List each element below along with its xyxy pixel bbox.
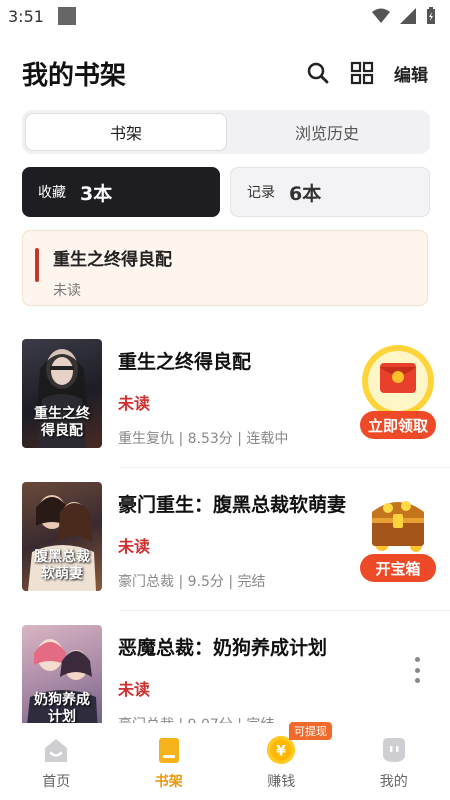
page-title: 我的书架 [22,60,127,91]
svg-text:¥: ¥ [276,743,286,759]
treasure-promo[interactable]: 开宝箱 [360,486,436,582]
book-status: 未读 [118,537,151,556]
book-title: 豪门重生：腹黑总裁软萌妻 [118,494,347,516]
edit-button[interactable]: 编辑 [394,61,428,86]
collect-count-card[interactable]: 收藏 3本 [22,167,220,217]
treasure-button: 开宝箱 [360,554,436,582]
record-count-card[interactable]: 记录 6本 [230,167,430,217]
cover-text: 重生之终得良配 [34,406,90,439]
tab-earn-label: 赚钱 [267,774,296,790]
book-cover: 奶狗养成计划 [22,625,102,723]
cover-text: 腹黑总裁软萌妻 [34,549,90,582]
list-item[interactable]: 重生之终得良配 重生之终得良配 未读 重生复仇 | 8.53分 | 连载中 立即… [0,325,450,468]
list-item[interactable]: 奶狗养成计划 恶魔总裁：奶狗养成计划 未读 豪门总裁 | 9.07分 | 完结 [0,611,450,723]
home-icon [45,739,68,762]
tab-bookshelf-label: 书架 [154,774,183,790]
recent-title: 重生之终得良配 [53,250,172,270]
cover-text: 奶狗养成计划 [34,692,90,723]
red-envelope-icon [362,345,434,417]
book-status: 未读 [118,680,151,699]
tab-bookshelf[interactable]: 书架 [25,113,227,151]
redpacket-promo[interactable]: 立即领取 [360,343,436,439]
tab-home[interactable]: 首页 [0,723,113,800]
status-icons [372,7,436,25]
signal-icon [400,8,416,24]
book-meta: 豪门总裁 | 9.5分 | 完结 [118,574,266,590]
book-title: 重生之终得良配 [118,351,252,373]
book-list: 重生之终得良配 重生之终得良配 未读 重生复仇 | 8.53分 | 连载中 立即… [0,325,450,723]
book-meta: 重生复仇 | 8.53分 | 连载中 [118,431,289,447]
withdraw-badge: 可提现 [289,722,332,740]
bottom-tab-bar: 首页 书架 可提现 ¥ 赚钱 我的 [0,722,450,800]
header-actions: 编辑 [306,61,428,86]
shelf-tabs: 书架 浏览历史 [22,110,430,154]
search-icon[interactable] [306,61,330,85]
tab-mine-label: 我的 [379,774,408,790]
book-info: 恶魔总裁：奶狗养成计划 未读 豪门总裁 | 9.07分 | 完结 [118,625,327,723]
tab-bookshelf-nav[interactable]: 书架 [113,723,226,800]
bookshelf-icon [158,738,179,763]
status-bar: 3:51 [0,0,450,32]
record-value: 6本 [289,182,322,205]
grid-view-icon[interactable] [350,61,374,85]
more-options-icon[interactable] [412,657,422,683]
collect-label: 收藏 [38,185,66,201]
tab-history[interactable]: 浏览历史 [227,113,427,151]
book-cover: 腹黑总裁软萌妻 [22,482,102,591]
treasure-chest-icon [372,501,424,552]
header: 我的书架 编辑 [0,50,450,96]
profile-icon [382,738,405,762]
wifi-icon [372,8,390,23]
book-cover: 重生之终得良配 [22,339,102,448]
tab-mine[interactable]: 我的 [338,723,450,800]
book-info: 重生之终得良配 未读 重生复仇 | 8.53分 | 连载中 [118,339,288,468]
tab-home-label: 首页 [42,774,71,790]
list-item[interactable]: 腹黑总裁软萌妻 豪门重生：腹黑总裁软萌妻 未读 豪门总裁 | 9.5分 | 完结… [0,468,450,611]
status-time: 3:51 [8,6,44,26]
record-label: 记录 [247,185,275,201]
book-title: 恶魔总裁：奶狗养成计划 [118,637,328,659]
book-status: 未读 [118,394,151,413]
recent-status: 未读 [53,283,81,299]
recent-accent-bar [35,248,39,282]
collect-value: 3本 [80,182,113,205]
recent-reading-card[interactable]: 重生之终得良配 未读 [22,230,428,306]
count-row: 收藏 3本 记录 6本 [22,167,430,217]
redpacket-button: 立即领取 [360,411,436,439]
battery-icon [427,7,435,24]
notification-icon [57,7,76,25]
book-info: 豪门重生：腹黑总裁软萌妻 未读 豪门总裁 | 9.5分 | 完结 [118,482,346,611]
tab-earn[interactable]: 可提现 ¥ 赚钱 [225,722,338,800]
